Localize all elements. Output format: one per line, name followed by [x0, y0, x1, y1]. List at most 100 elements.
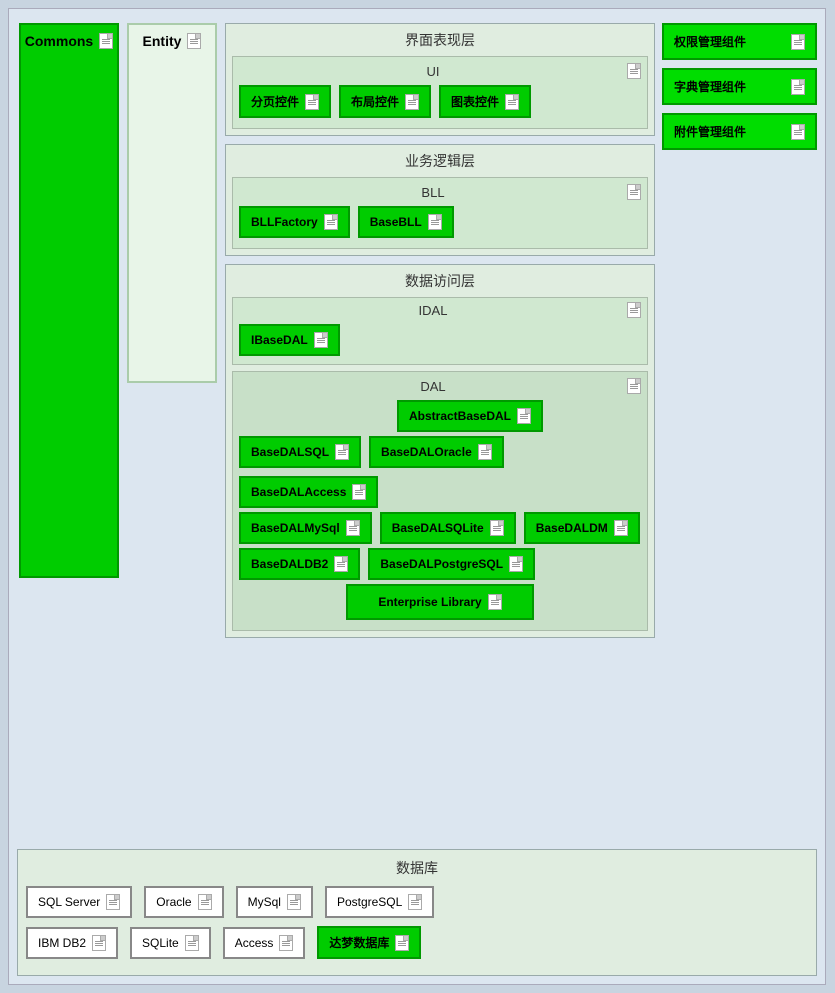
entity-panel: Entity	[127, 23, 217, 383]
bll-inner-box: BLL BLLFactory BaseBLL	[232, 177, 648, 249]
sqlite-btn[interactable]: SQLite	[130, 927, 211, 959]
dict-btn[interactable]: 字典管理组件	[662, 68, 817, 105]
dm-label: 达梦数据库	[329, 934, 389, 951]
dal-inner: DAL AbstractBaseDAL BaseDALSQL	[232, 371, 648, 631]
abstract-label: AbstractBaseDAL	[409, 409, 511, 423]
bllfactory-label: BLLFactory	[251, 215, 318, 229]
ibasedal-btn[interactable]: IBaseDAL	[239, 324, 340, 356]
idal-btn-row: IBaseDAL	[239, 324, 641, 356]
enterprise-label: Enterprise Library	[378, 595, 481, 609]
basebll-btn[interactable]: BaseBLL	[358, 206, 454, 238]
oracle-btn[interactable]: Oracle	[144, 886, 223, 918]
sqlite-label: SQLite	[142, 936, 179, 950]
db2-label: IBM DB2	[38, 936, 86, 950]
basebll-doc-icon	[428, 214, 442, 230]
dal-title: DAL	[239, 379, 627, 394]
mysql-doc-icon	[287, 894, 301, 910]
dm-btn[interactable]: 达梦数据库	[317, 926, 421, 959]
basedalaccess-btn[interactable]: BaseDALAccess	[239, 476, 378, 508]
basedalpostgres-btn[interactable]: BaseDALPostgreSQL	[368, 548, 535, 580]
bllfactory-btn[interactable]: BLLFactory	[239, 206, 350, 238]
db-row2: IBM DB2 SQLite Access 达梦数据库	[26, 926, 808, 959]
abstract-btn[interactable]: AbstractBaseDAL	[397, 400, 543, 432]
commons-text: Commons	[25, 33, 93, 49]
sqlserver-label: SQL Server	[38, 895, 100, 909]
dal-row3: BaseDALDB2 BaseDALPostgreSQL	[239, 548, 641, 580]
dal-row2: BaseDALMySql BaseDALSQLite BaseDALDM	[239, 512, 641, 544]
basedalsql-btn[interactable]: BaseDALSQL	[239, 436, 361, 468]
oracle-doc-icon	[198, 894, 212, 910]
auth-btn[interactable]: 权限管理组件	[662, 23, 817, 60]
sqlite-doc-icon	[185, 935, 199, 951]
postgresql-btn[interactable]: PostgreSQL	[325, 886, 434, 918]
basedaloracle-btn[interactable]: BaseDALOracle	[369, 436, 504, 468]
idal-box: IDAL IBaseDAL	[232, 297, 648, 365]
bllfactory-doc-icon	[324, 214, 338, 230]
basedalpostgres-doc-icon	[509, 556, 523, 572]
dal-doc-icon	[627, 378, 641, 394]
dal-row1: BaseDALSQL BaseDALOracle BaseDALAccess	[239, 436, 641, 508]
abstract-doc-icon	[517, 408, 531, 424]
entity-label: Entity	[143, 33, 202, 49]
basedalaccess-doc-icon	[352, 484, 366, 500]
basedaloracle-doc-icon	[478, 444, 492, 460]
dal-title-bar: DAL	[239, 378, 641, 394]
chart-doc-icon	[505, 94, 519, 110]
postgresql-label: PostgreSQL	[337, 895, 402, 909]
db-title: 数据库	[26, 858, 808, 878]
bll-title-bar: BLL	[239, 184, 641, 200]
ui-title: UI	[239, 64, 627, 79]
basedalmysql-doc-icon	[346, 520, 360, 536]
layout-doc-icon	[405, 94, 419, 110]
dm-doc-icon	[395, 935, 409, 951]
pagination-label: 分页控件	[251, 93, 299, 110]
chart-btn[interactable]: 图表控件	[439, 85, 531, 118]
basedaldm-btn[interactable]: BaseDALDM	[524, 512, 640, 544]
ui-btn-row: 分页控件 布局控件 图表控件	[239, 85, 641, 118]
ibasedal-doc-icon	[314, 332, 328, 348]
ui-layer-title: 界面表现层	[232, 30, 648, 50]
db2-doc-icon	[92, 935, 106, 951]
layout-label: 布局控件	[351, 93, 399, 110]
access-label: Access	[235, 936, 274, 950]
bll-title: BLL	[239, 185, 627, 200]
basedalsqlite-btn[interactable]: BaseDALSQLite	[380, 512, 516, 544]
dict-doc-icon	[791, 79, 805, 95]
auth-doc-icon	[791, 34, 805, 50]
entity-text: Entity	[143, 33, 182, 49]
bll-btn-row: BLLFactory BaseBLL	[239, 206, 641, 238]
sqlserver-btn[interactable]: SQL Server	[26, 886, 132, 918]
layout-btn[interactable]: 布局控件	[339, 85, 431, 118]
access-doc-icon	[279, 935, 293, 951]
idal-doc-icon	[627, 302, 641, 318]
bll-layer-title: 业务逻辑层	[232, 151, 648, 171]
basedaldm-label: BaseDALDM	[536, 521, 608, 535]
dal-outer-box: DAL AbstractBaseDAL BaseDALSQL	[232, 371, 648, 631]
auth-label: 权限管理组件	[674, 33, 746, 50]
basedalaccess-label: BaseDALAccess	[251, 485, 346, 499]
access-btn[interactable]: Access	[223, 927, 306, 959]
attach-label: 附件管理组件	[674, 123, 746, 140]
chart-label: 图表控件	[451, 93, 499, 110]
dal-row0: AbstractBaseDAL	[299, 400, 641, 432]
basedaldb2-label: BaseDALDB2	[251, 557, 328, 571]
postgresql-doc-icon	[408, 894, 422, 910]
basedalsql-doc-icon	[335, 444, 349, 460]
basedalpostgres-label: BaseDALPostgreSQL	[380, 557, 503, 571]
idal-title: IDAL	[239, 303, 627, 318]
db2-btn[interactable]: IBM DB2	[26, 927, 118, 959]
mysql-btn[interactable]: MySql	[236, 886, 313, 918]
basedaloracle-label: BaseDALOracle	[381, 445, 472, 459]
database-section: 数据库 SQL Server Oracle MySql PostgreSQL I…	[17, 849, 817, 976]
bll-layer: 业务逻辑层 BLL BLLFactory BaseBLL	[225, 144, 655, 256]
sqlserver-doc-icon	[106, 894, 120, 910]
pagination-btn[interactable]: 分页控件	[239, 85, 331, 118]
idal-title-bar: IDAL	[239, 302, 641, 318]
enterprise-btn[interactable]: Enterprise Library	[346, 584, 533, 620]
basedalmysql-btn[interactable]: BaseDALMySql	[239, 512, 372, 544]
attach-btn[interactable]: 附件管理组件	[662, 113, 817, 150]
db-row1: SQL Server Oracle MySql PostgreSQL	[26, 886, 808, 918]
basedaldb2-btn[interactable]: BaseDALDB2	[239, 548, 360, 580]
entity-doc-icon	[187, 33, 201, 49]
dict-label: 字典管理组件	[674, 78, 746, 95]
